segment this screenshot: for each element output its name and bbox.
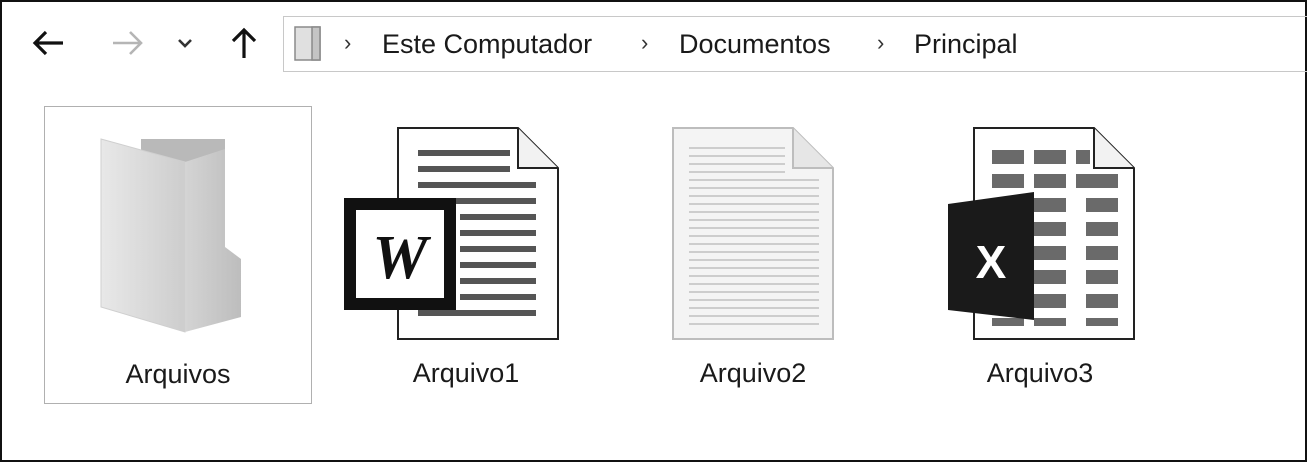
file-label: Arquivos [125, 359, 231, 389]
breadcrumb-separator: › [344, 30, 352, 55]
file-label: Arquivo1 [412, 358, 520, 388]
excel-spreadsheet-icon: X [948, 127, 1135, 340]
up-button[interactable] [224, 20, 264, 66]
file-label: Arquivo2 [699, 358, 807, 388]
word-document-icon: W [344, 127, 559, 340]
file-explorer-window: › Este Computador › Documentos › Princip… [0, 0, 1307, 462]
breadcrumb-separator: › [641, 30, 649, 55]
arrow-up-icon [231, 27, 257, 58]
forward-button[interactable] [108, 20, 148, 66]
file-item-arquivo1[interactable]: W Arquivo1 [332, 106, 600, 404]
arrow-left-icon [32, 30, 63, 56]
address-bar[interactable]: › Este Computador › Documentos › Princip… [283, 16, 1307, 72]
file-item-arquivo2[interactable]: Arquivo2 [619, 106, 887, 404]
arrow-right-icon [113, 31, 143, 55]
breadcrumb-separator: › [877, 30, 885, 55]
chevron-down-icon [178, 39, 192, 48]
breadcrumb-principal[interactable]: Principal [914, 29, 1018, 60]
folder-icon [100, 138, 241, 333]
file-item-arquivos[interactable]: Arquivos [44, 106, 312, 404]
navigation-bar: › Este Computador › Documentos › Princip… [2, 2, 1307, 86]
computer-icon [294, 26, 321, 61]
svg-text:X: X [976, 236, 1007, 288]
breadcrumb-este-computador[interactable]: Este Computador [382, 29, 592, 60]
recent-locations-button[interactable] [170, 20, 200, 66]
text-document-icon [672, 127, 834, 340]
file-item-arquivo3[interactable]: X Arquivo3 [906, 106, 1174, 404]
file-label: Arquivo3 [986, 358, 1094, 388]
breadcrumb-documentos[interactable]: Documentos [679, 29, 831, 60]
svg-text:W: W [372, 224, 431, 292]
back-button[interactable] [28, 20, 68, 66]
